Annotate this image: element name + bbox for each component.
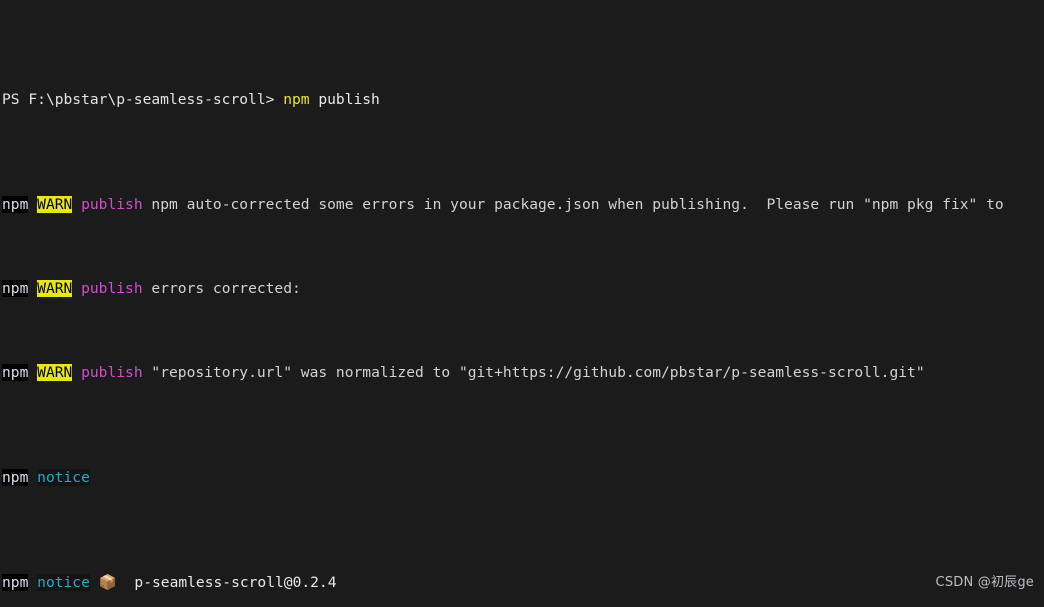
warn-scope: publish: [81, 364, 143, 381]
prompt-cwd: F:\pbstar\p-seamless-scroll>: [28, 91, 275, 108]
warn-badge: WARN: [37, 364, 73, 381]
warn-line: npm WARN publish errors corrected:: [2, 278, 1044, 299]
notice-line-package: npm notice 📦 p-seamless-scroll@0.2.4: [2, 572, 1044, 593]
warn-badge: WARN: [37, 196, 73, 213]
notice-badge: notice: [37, 574, 90, 591]
warn-message: errors corrected:: [151, 280, 301, 297]
warn-message: npm auto-corrected some errors in your p…: [151, 196, 1004, 213]
warn-scope: publish: [81, 280, 143, 297]
prompt-ps: PS: [2, 91, 20, 108]
npm-badge: npm: [2, 364, 29, 381]
prompt-gap: [274, 91, 283, 108]
package-emoji-icon: 📦: [98, 574, 117, 591]
warn-line: npm WARN publish "repository.url" was no…: [2, 362, 1044, 383]
warn-scope: publish: [81, 196, 143, 213]
command-program: npm: [283, 91, 310, 108]
npm-badge: npm: [2, 574, 29, 591]
package-header: p-seamless-scroll@0.2.4: [134, 574, 337, 591]
warn-line: npm WARN publish npm auto-corrected some…: [2, 194, 1044, 215]
command-args: publish: [318, 91, 380, 108]
prompt-line: PS F:\pbstar\p-seamless-scroll> npm publ…: [2, 89, 1044, 110]
warn-message: "repository.url" was normalized to "git+…: [151, 364, 925, 381]
npm-badge: npm: [2, 469, 29, 486]
notice-badge: notice: [37, 469, 90, 486]
npm-badge: npm: [2, 280, 29, 297]
warn-badge: WARN: [37, 280, 73, 297]
notice-line-blank: npm notice: [2, 467, 1044, 488]
csdn-watermark: CSDN @初辰ge: [935, 575, 1034, 590]
terminal-output[interactable]: PS F:\pbstar\p-seamless-scroll> npm publ…: [0, 0, 1044, 607]
npm-badge: npm: [2, 196, 29, 213]
